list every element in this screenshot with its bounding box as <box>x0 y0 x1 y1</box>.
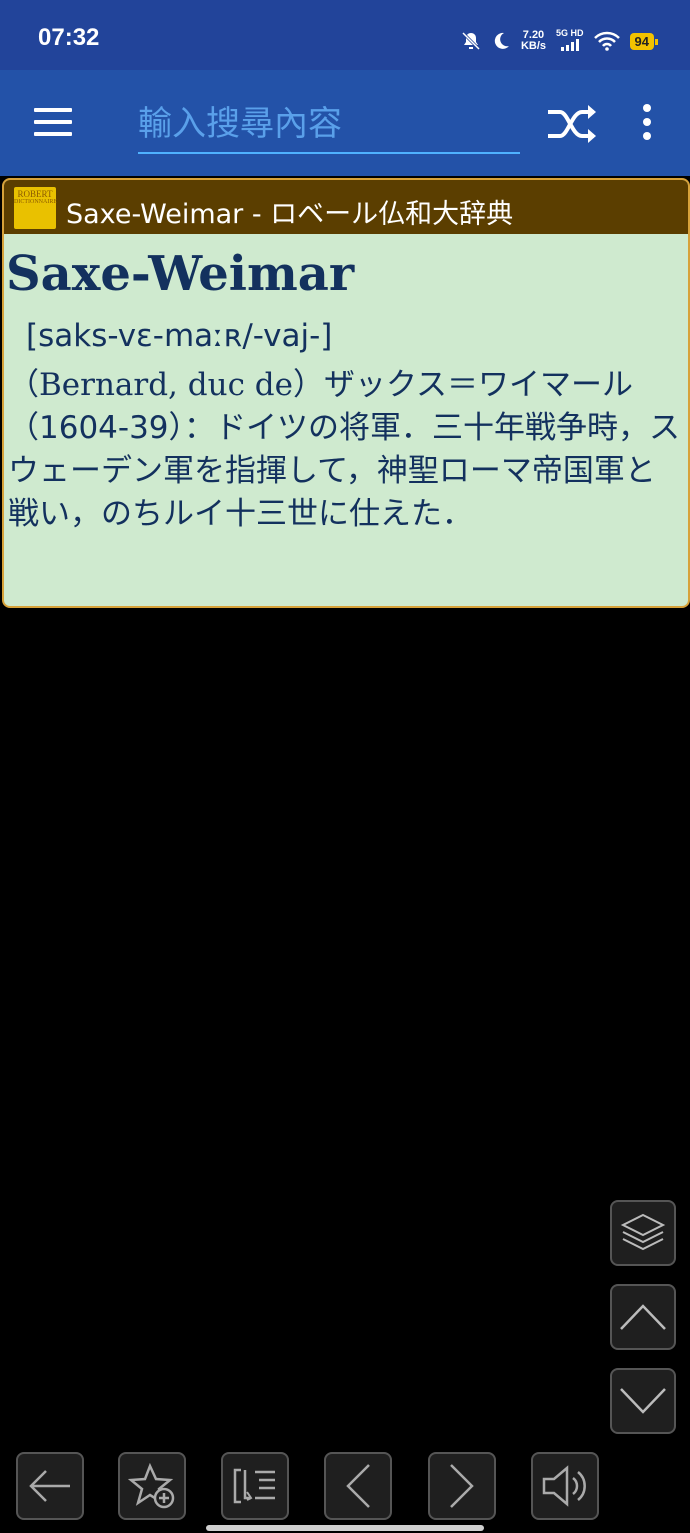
pronunciation: [saks-vɛ-maːʀ/-vaj-] <box>26 318 333 354</box>
net-speed: 7.20 KB/s <box>521 30 546 52</box>
list-button[interactable] <box>221 1452 289 1520</box>
scroll-down-button[interactable] <box>610 1368 676 1434</box>
search-input[interactable] <box>138 96 520 152</box>
network-type: 5G HD <box>556 28 584 38</box>
signal-icon <box>560 39 579 51</box>
definition-subject: （Bernard, duc de） <box>8 367 324 403</box>
speaker-icon <box>542 1465 586 1507</box>
network-label: 5G HD <box>556 28 584 54</box>
wifi-icon <box>593 31 620 51</box>
net-speed-unit: KB/s <box>520 40 547 52</box>
definition: （Bernard, duc de）ザックス＝ワイマール（1604-39）：ドイツ… <box>8 364 684 536</box>
shuffle-icon[interactable] <box>546 104 598 144</box>
add-favorite-button[interactable] <box>118 1452 186 1520</box>
battery-indicator: 94 <box>629 32 659 50</box>
add-favorite-icon <box>128 1463 175 1509</box>
back-button[interactable] <box>16 1452 84 1520</box>
scroll-up-button[interactable] <box>610 1284 676 1350</box>
status-time: 07:32 <box>38 24 100 51</box>
back-arrow-icon <box>29 1470 70 1502</box>
entry-card-title: Saxe-Weimar - ロベール仏和大辞典 <box>66 199 514 230</box>
status-icons: 7.20 KB/s 5G HD 94 <box>461 26 659 56</box>
dictionary-entry-card: ROBERT DICTIONNAIRE Saxe-Weimar - ロベール仏和… <box>2 178 690 608</box>
status-bar: 07:32 7.20 KB/s 5G HD 94 <box>0 0 690 70</box>
headword: Saxe-Weimar <box>6 246 355 302</box>
next-icon <box>450 1464 474 1508</box>
chevron-up-icon <box>620 1304 666 1330</box>
mute-bell-icon <box>461 31 481 51</box>
app-toolbar <box>0 70 690 176</box>
list-icon <box>233 1468 275 1504</box>
layers-button[interactable] <box>610 1200 676 1266</box>
previous-button[interactable] <box>324 1452 392 1520</box>
layers-icon <box>620 1213 666 1251</box>
moon-icon <box>494 32 509 49</box>
speak-button[interactable] <box>531 1452 599 1520</box>
entry-card-header[interactable]: ROBERT DICTIONNAIRE Saxe-Weimar - ロベール仏和… <box>4 180 688 234</box>
more-options-icon[interactable] <box>640 104 654 148</box>
home-gesture-bar[interactable] <box>206 1525 484 1531</box>
dictionary-logo: ROBERT DICTIONNAIRE <box>14 187 57 229</box>
search-field[interactable] <box>138 96 520 154</box>
chevron-down-icon <box>620 1388 666 1414</box>
next-button[interactable] <box>428 1452 496 1520</box>
previous-icon <box>346 1464 370 1508</box>
menu-icon[interactable] <box>34 108 72 136</box>
